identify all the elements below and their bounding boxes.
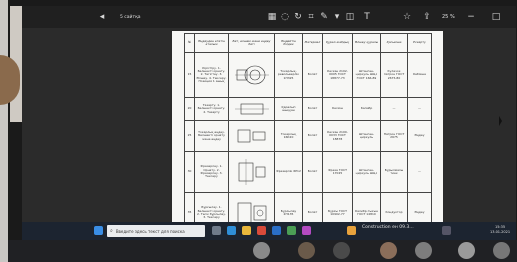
table-row: 25 Токарлық өңдеу. Бөлшекті орнату және … <box>184 120 432 152</box>
mouse-cursor <box>499 116 502 126</box>
machine-cell: Токарлық-револьверлік 1Н325 <box>274 52 303 98</box>
table-header-row: № Өңдеуден өтетін аталым Бет, өлшем және… <box>184 33 432 53</box>
minus-icon[interactable]: − <box>467 10 475 24</box>
table-header: Құрал-жабдық <box>322 33 353 53</box>
table-header: Бет, өлшем және өңдеу беті <box>228 33 275 53</box>
edge-icon[interactable] <box>227 226 236 235</box>
video-call-strip <box>8 240 517 262</box>
extra-cell: Бұрылмалы тиек <box>380 151 408 193</box>
tray-icon[interactable] <box>442 226 451 235</box>
app-icon[interactable] <box>287 226 296 235</box>
crop-icon[interactable]: ⌗ <box>306 10 316 24</box>
row-number: 25 <box>184 120 195 152</box>
tool-cell: Фреза ГОСТ 17025 <box>322 151 353 193</box>
rotate-icon[interactable]: ↻ <box>293 10 303 24</box>
material-cell: Болат <box>302 120 323 152</box>
operations-cell: Токарлық өңдеу. Бөлшекті орнату және өңд… <box>194 120 229 152</box>
extra-cell: Патрон ГОСТ 2675 <box>380 120 408 152</box>
share-icon[interactable]: ⇪ <box>422 10 432 24</box>
document-page: № Өңдеуден өтетін аталым Бет, өлшем және… <box>172 31 443 236</box>
eraser-icon[interactable]: ◫ <box>345 10 355 24</box>
search-icon: ⌕ <box>110 228 113 234</box>
note-cell: Өңдеу <box>407 120 432 152</box>
table-header: Қосымша <box>380 33 408 53</box>
star-icon[interactable]: ☆ <box>402 10 412 24</box>
measure-cell: Калибр <box>352 97 381 121</box>
sketch-cell <box>228 52 275 98</box>
table-header: № <box>184 33 195 53</box>
maximize-icon[interactable]: □ <box>492 10 501 24</box>
machine-cell: Қаралып шыққан <box>274 97 303 121</box>
measure-cell: Штанген-циркуль ШЦ-I ГОСТ 166-89 <box>352 52 381 98</box>
search-placeholder: Введите здесь текст для поиска <box>115 228 185 234</box>
row-number: 20 <box>184 97 195 121</box>
table-row: 30 Фрезерлеу. 1. Орнату. 2. Фрезерлеу. 3… <box>184 151 432 193</box>
operations-cell: Кірістіру. 1. Бөлшекті орнату. 2. Тегіст… <box>194 52 229 98</box>
monitor-screen: ◂ 5 сайтқа ▦ ◌ ↻ ⌗ ✎ ▾ ◫ Т ☆ ⇪ 25 % − □ … <box>22 6 516 240</box>
machine-cell: Фрезерлік 6Р12 <box>274 151 303 193</box>
table-header: Өңдейтін білдек <box>274 33 303 53</box>
note-cell: — <box>407 97 432 121</box>
participant-avatar[interactable] <box>380 242 397 259</box>
measure-cell: Штанген-циркуль <box>352 120 381 152</box>
participant-avatar[interactable] <box>493 242 510 259</box>
material-cell: Болат <box>302 151 323 193</box>
pen-icon[interactable]: ✎ <box>319 10 329 24</box>
tool-cell: Кескіш 2100-0033 ГОСТ 18878 <box>322 120 353 152</box>
participant-avatar[interactable] <box>333 242 350 259</box>
part-sketch <box>234 65 269 85</box>
zoom-level[interactable]: 25 % <box>442 14 455 20</box>
table-header: Өңдеуден өтетін аталым <box>194 33 229 53</box>
word-icon[interactable] <box>272 226 281 235</box>
table-header: Өлшеу құралы <box>352 33 381 53</box>
text-icon[interactable]: Т <box>362 10 372 24</box>
material-cell: Болат <box>302 52 323 98</box>
machine-cell: Токарлық 16К20 <box>274 120 303 152</box>
part-sketch <box>237 129 265 143</box>
clock-date: 13.01.2021 <box>490 230 511 234</box>
tool-cell: Кескіш 2102-0005 ГОСТ 18877-73 <box>322 52 353 98</box>
explorer-icon[interactable] <box>242 226 251 235</box>
participant-avatar[interactable] <box>458 242 475 259</box>
process-table: № Өңдеуден өтетін аталым Бет, өлшем және… <box>184 33 432 234</box>
tool-cell: Кескіш <box>322 97 353 121</box>
participant-avatar[interactable] <box>415 242 432 259</box>
table-header: Ескерту <box>407 33 432 53</box>
table-header: Материал <box>302 33 323 53</box>
app-icon[interactable] <box>302 226 311 235</box>
taskbar-search-input[interactable]: ⌕ Введите здесь текст для поиска <box>107 225 205 237</box>
sketch-cell <box>228 151 275 193</box>
material-cell: Болат <box>302 97 323 121</box>
table-row: 15 Кірістіру. 1. Бөлшекті орнату. 2. Тег… <box>184 52 432 98</box>
grid-icon[interactable]: ▦ <box>267 10 277 24</box>
sketch-cell <box>228 120 275 152</box>
table-row: 20 Тазарту. 1. Бөлшекті орнату. 2. Тазар… <box>184 97 432 121</box>
chrome-icon[interactable] <box>257 226 266 235</box>
measure-cell: Штанген-циркуль ШЦ-I <box>352 151 381 193</box>
participant-avatar[interactable] <box>298 242 315 259</box>
taskbar-clock[interactable]: 15:35 13.01.2021 <box>490 225 510 235</box>
operations-cell: Фрезерлеу. 1. Орнату. 2. Фрезерлеу. 3. Т… <box>194 151 229 193</box>
extra-cell: — <box>380 97 408 121</box>
note-cell: Көбікше <box>407 52 432 98</box>
lasso-icon[interactable]: ◌ <box>280 10 290 24</box>
participant-avatar[interactable] <box>253 242 270 259</box>
back-icon[interactable]: ◂ <box>98 10 106 24</box>
highlighter-icon[interactable]: ▾ <box>332 10 342 24</box>
note-cell: — <box>407 151 432 193</box>
row-number: 15 <box>184 52 195 98</box>
task-view-icon[interactable] <box>212 226 221 235</box>
construction-app-icon[interactable] <box>347 226 356 235</box>
taskbar-app-title[interactable]: Construction ен 09.3… <box>362 225 414 230</box>
operations-cell: Тазарту. 1. Бөлшекті орнату. 2. Тазарту <box>194 97 229 121</box>
extra-cell: Кулачок патрон ГОСТ 2675-80 <box>380 52 408 98</box>
sketch-cell <box>228 97 275 121</box>
file-name: 5 сайтқа <box>120 15 141 20</box>
part-sketch <box>234 103 269 115</box>
windows-taskbar: ⌕ Введите здесь текст для поиска Constru… <box>22 222 516 240</box>
part-sketch <box>238 159 265 185</box>
viewer-title-bar: ◂ 5 сайтқа ▦ ◌ ↻ ⌗ ✎ ▾ ◫ Т ☆ ⇪ 25 % − □ <box>22 6 516 28</box>
windows-start-icon[interactable] <box>94 226 103 235</box>
row-number: 30 <box>184 151 195 193</box>
